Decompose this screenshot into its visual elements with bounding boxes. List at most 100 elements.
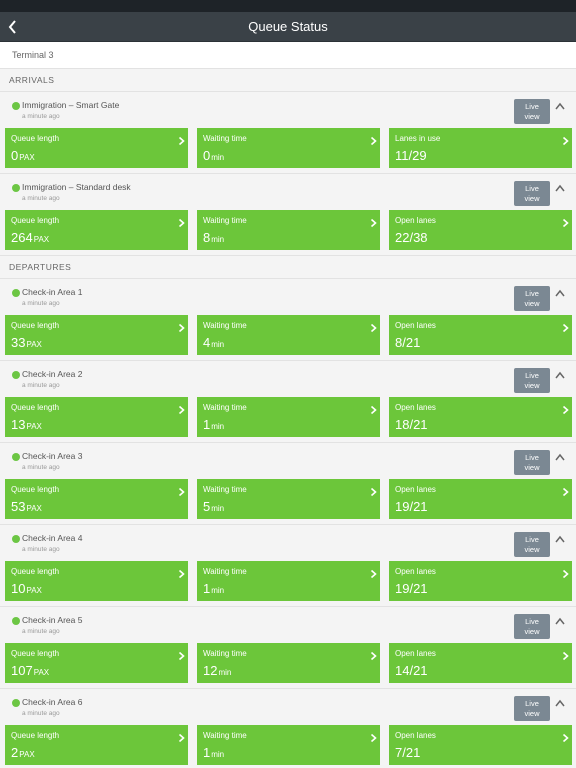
chevron-right-icon	[370, 566, 377, 579]
tile-value: 1min	[203, 744, 224, 762]
tile-unit: PAX	[26, 422, 42, 431]
tile-number: 10	[11, 581, 26, 596]
tile-number: 1	[203, 745, 211, 760]
tile-unit: PAX	[26, 340, 42, 349]
tile-label: Waiting time	[203, 321, 247, 330]
lanes-tile[interactable]: Open lanes 18/21	[389, 397, 572, 437]
chevron-up-icon[interactable]	[554, 285, 566, 297]
tile-label: Queue length	[11, 485, 60, 494]
live-view-button[interactable]: Live view	[514, 696, 550, 721]
tile-label: Queue length	[11, 216, 60, 225]
queue-length-tile[interactable]: Queue length 264PAX	[5, 210, 188, 250]
tile-number: 14/21	[395, 663, 428, 678]
lanes-tile[interactable]: Open lanes 22/38	[389, 210, 572, 250]
chevron-up-icon[interactable]	[554, 180, 566, 192]
live-view-label-line1: Live	[525, 102, 539, 111]
section-header: ARRIVALS	[0, 69, 576, 92]
live-view-button[interactable]: Live view	[514, 99, 550, 124]
live-view-label-line1: Live	[525, 371, 539, 380]
queue-length-tile[interactable]: Queue length 0PAX	[5, 128, 188, 168]
tile-label: Waiting time	[203, 134, 247, 143]
tile-value: 0PAX	[11, 147, 35, 165]
waiting-time-tile[interactable]: Waiting time 1min	[197, 561, 380, 601]
queue-length-tile[interactable]: Queue length 10PAX	[5, 561, 188, 601]
lanes-tile[interactable]: Open lanes 14/21	[389, 643, 572, 683]
tile-label: Waiting time	[203, 649, 247, 658]
metric-tiles: Queue length 2PAX Waiting time 1min Open lan…	[5, 725, 572, 765]
tile-value: 8/21	[395, 334, 421, 352]
queue-length-tile[interactable]: Queue length 13PAX	[5, 397, 188, 437]
waiting-time-tile[interactable]: Waiting time 8min	[197, 210, 380, 250]
lanes-tile[interactable]: Open lanes 19/21	[389, 561, 572, 601]
tile-value: 1min	[203, 580, 224, 598]
waiting-time-tile[interactable]: Waiting time 1min	[197, 725, 380, 765]
tile-label: Queue length	[11, 731, 60, 740]
tile-label: Waiting time	[203, 216, 247, 225]
live-view-button[interactable]: Live view	[514, 368, 550, 393]
tile-value: 2PAX	[11, 744, 35, 762]
queue-length-tile[interactable]: Queue length 33PAX	[5, 315, 188, 355]
tile-number: 1	[203, 581, 211, 596]
location-name: Immigration – Smart Gate	[22, 100, 120, 110]
chevron-up-icon[interactable]	[554, 367, 566, 379]
chevron-right-icon	[370, 484, 377, 497]
live-view-button[interactable]: Live view	[514, 450, 550, 475]
tile-label: Open lanes	[395, 321, 436, 330]
live-view-button[interactable]: Live view	[514, 614, 550, 639]
queue-length-tile[interactable]: Queue length 107PAX	[5, 643, 188, 683]
tile-value: 5min	[203, 498, 224, 516]
back-chevron-icon[interactable]	[6, 16, 26, 38]
tile-number: 0	[11, 148, 19, 163]
tile-unit: PAX	[33, 668, 50, 677]
tile-number: 13	[11, 417, 26, 432]
chevron-right-icon	[178, 648, 185, 661]
updated-time: a minute ago	[22, 464, 60, 471]
waiting-time-tile[interactable]: Waiting time 5min	[197, 479, 380, 519]
chevron-up-icon[interactable]	[554, 449, 566, 461]
tile-value: 11/29	[395, 147, 428, 165]
updated-time: a minute ago	[22, 113, 60, 120]
live-view-button[interactable]: Live view	[514, 532, 550, 557]
chevron-right-icon	[178, 320, 185, 333]
lanes-tile[interactable]: Open lanes 7/21	[389, 725, 572, 765]
chevron-up-icon[interactable]	[554, 695, 566, 707]
tile-label: Lanes in use	[395, 134, 441, 143]
live-view-label-line1: Live	[525, 184, 539, 193]
chevron-up-icon[interactable]	[554, 98, 566, 110]
tile-value: 53PAX	[11, 498, 42, 516]
metric-tiles: Queue length 0PAX Waiting time 0min Lanes in…	[5, 128, 572, 168]
waiting-time-tile[interactable]: Waiting time 1min	[197, 397, 380, 437]
navigation-bar: Queue Status	[0, 12, 576, 42]
waiting-time-tile[interactable]: Waiting time 4min	[197, 315, 380, 355]
metric-tiles: Queue length 264PAX Waiting time 8min Open l…	[5, 210, 572, 250]
tile-value: 4min	[203, 334, 224, 352]
live-view-button[interactable]: Live view	[514, 286, 550, 311]
queue-list: ARRIVALS Immigration – Smart Gate a minute…	[0, 69, 576, 768]
status-dot-icon	[12, 617, 20, 625]
lanes-tile[interactable]: Lanes in use 11/29	[389, 128, 572, 168]
tile-number: 1	[203, 417, 211, 432]
chevron-right-icon	[562, 402, 569, 415]
chevron-up-icon[interactable]	[554, 613, 566, 625]
tile-value: 33PAX	[11, 334, 42, 352]
queue-length-tile[interactable]: Queue length 53PAX	[5, 479, 188, 519]
lanes-tile[interactable]: Open lanes 19/21	[389, 479, 572, 519]
chevron-right-icon	[178, 566, 185, 579]
updated-time: a minute ago	[22, 710, 60, 717]
tile-number: 19/21	[395, 499, 428, 514]
chevron-up-icon[interactable]	[554, 531, 566, 543]
terminal-label: Terminal 3	[0, 42, 576, 69]
queue-length-tile[interactable]: Queue length 2PAX	[5, 725, 188, 765]
waiting-time-tile[interactable]: Waiting time 12min	[197, 643, 380, 683]
lanes-tile[interactable]: Open lanes 8/21	[389, 315, 572, 355]
status-dot-icon	[12, 184, 20, 192]
updated-time: a minute ago	[22, 546, 60, 553]
location-name: Check-in Area 5	[22, 615, 83, 625]
live-view-button[interactable]: Live view	[514, 181, 550, 206]
location-name: Immigration – Standard desk	[22, 182, 131, 192]
tile-value: 22/38	[395, 229, 429, 247]
metric-tiles: Queue length 10PAX Waiting time 1min Open la…	[5, 561, 572, 601]
waiting-time-tile[interactable]: Waiting time 0min	[197, 128, 380, 168]
queue-card: Check-in Area 5 a minute ago Live view Queue…	[0, 607, 576, 689]
queue-card: Check-in Area 4 a minute ago Live view Queue…	[0, 525, 576, 607]
